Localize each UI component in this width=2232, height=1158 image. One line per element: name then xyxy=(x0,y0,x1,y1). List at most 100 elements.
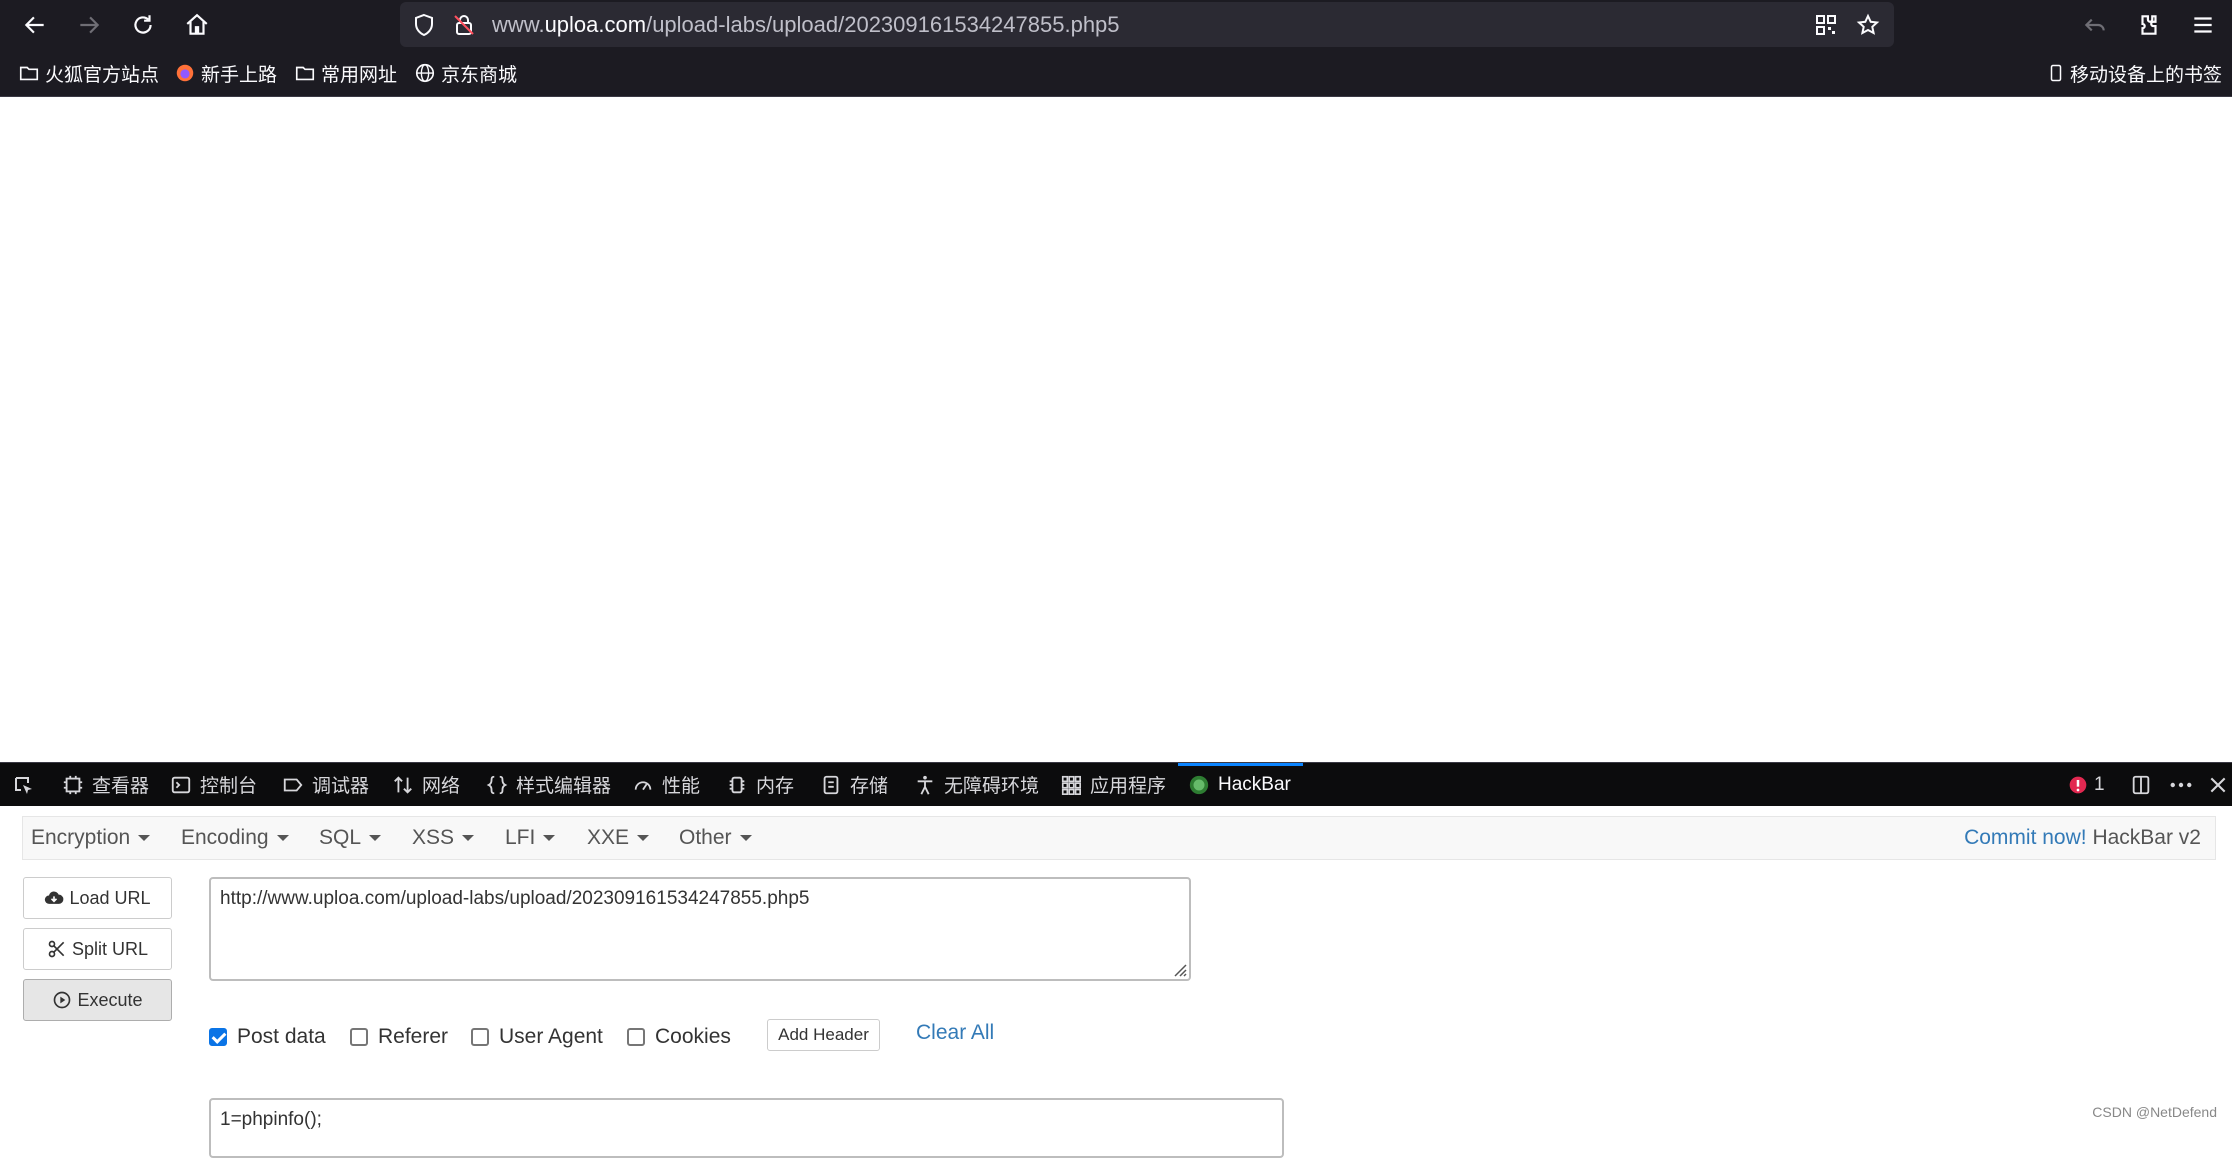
cookies-option[interactable]: Cookies xyxy=(627,1022,731,1052)
dock-side-icon[interactable] xyxy=(2130,774,2152,796)
extensions-button[interactable] xyxy=(2132,8,2166,42)
bookmarks-bar: 火狐官方站点 新手上路 常用网址 京东商城 移动设备上的书签 xyxy=(0,49,2232,97)
clear-all-link[interactable]: Clear All xyxy=(916,1021,994,1045)
browser-toolbar: www.uploa.com/upload-labs/upload/2023091… xyxy=(0,0,2232,49)
user-agent-checkbox[interactable] xyxy=(471,1028,489,1046)
close-icon[interactable] xyxy=(2208,775,2228,795)
tab-application[interactable]: 应用程序 xyxy=(1060,763,1166,806)
menu-button[interactable] xyxy=(2186,8,2220,42)
tab-network[interactable]: 网络 xyxy=(392,763,460,806)
folder-icon xyxy=(19,66,39,81)
url-text[interactable]: www.uploa.com/upload-labs/upload/2023091… xyxy=(492,12,1120,38)
hackbar-panel: Encryption Encoding SQL XSS LFI XXE Othe… xyxy=(0,806,2232,1158)
url-path: /upload-labs/upload/202309161534247855.p… xyxy=(646,12,1120,37)
menu-label: XSS xyxy=(412,826,455,849)
menu-xss[interactable]: XSS xyxy=(412,826,475,850)
error-counter[interactable]: 1 xyxy=(2068,763,2105,806)
caret-down-icon xyxy=(739,835,752,842)
tab-inspector[interactable]: 查看器 xyxy=(62,763,149,806)
bookmark-label: 京东商城 xyxy=(441,64,518,86)
application-icon xyxy=(1061,775,1081,795)
user-agent-option[interactable]: User Agent xyxy=(471,1022,603,1052)
tab-console[interactable]: 控制台 xyxy=(170,763,257,806)
insecure-lock-icon xyxy=(454,15,474,35)
post-data-textarea[interactable]: 1=phpinfo(); xyxy=(209,1098,1284,1158)
caret-down-icon xyxy=(543,835,556,842)
bookmark-item[interactable]: 火狐官方站点 xyxy=(18,60,159,86)
menu-label: Encoding xyxy=(181,826,269,849)
tab-debugger[interactable]: 调试器 xyxy=(282,763,369,806)
tab-hackbar[interactable]: HackBar xyxy=(1178,763,1303,806)
mobile-bookmarks-label: 移动设备上的书签 xyxy=(2069,64,2222,86)
play-circle-icon xyxy=(54,991,71,1009)
accessibility-icon xyxy=(917,775,933,795)
execute-button[interactable]: Execute xyxy=(23,979,172,1021)
hackbar-menu-bar: Encryption Encoding SQL XSS LFI XXE Othe… xyxy=(22,816,2216,860)
tab-storage[interactable]: 存储 xyxy=(820,763,888,806)
commit-now-link[interactable]: Commit now! xyxy=(1964,826,2087,849)
more-options-icon[interactable] xyxy=(2168,774,2194,796)
referer-option[interactable]: Referer xyxy=(350,1022,448,1052)
menu-label: SQL xyxy=(319,826,362,849)
home-button[interactable] xyxy=(180,8,214,42)
tab-label: 网络 xyxy=(422,776,461,797)
tab-label: 调试器 xyxy=(312,776,370,797)
cookies-checkbox[interactable] xyxy=(627,1028,645,1046)
tab-performance[interactable]: 性能 xyxy=(632,763,700,806)
undo-button[interactable] xyxy=(2078,8,2112,42)
url-bar[interactable]: www.uploa.com/upload-labs/upload/2023091… xyxy=(400,2,1894,47)
menu-sql[interactable]: SQL xyxy=(319,826,382,850)
tab-style-editor[interactable]: 样式编辑器 xyxy=(486,763,611,806)
hackbar-version: HackBar v2 xyxy=(2092,826,2201,849)
button-label: Execute xyxy=(77,989,143,1010)
arrow-right-icon xyxy=(80,16,100,34)
tab-label: 控制台 xyxy=(200,776,258,797)
puzzle-icon xyxy=(2141,15,2157,35)
tab-label: 查看器 xyxy=(92,776,150,797)
debugger-icon xyxy=(283,778,303,791)
load-url-button[interactable]: Load URL xyxy=(23,877,172,919)
arrow-left-icon xyxy=(24,16,44,34)
caret-down-icon xyxy=(637,835,650,842)
menu-xxe[interactable]: XXE xyxy=(587,826,650,850)
style-editor-icon xyxy=(486,775,508,794)
tab-accessibility[interactable]: 无障碍环境 xyxy=(914,763,1039,806)
bookmark-label: 常用网址 xyxy=(321,64,398,86)
post-data-checkbox[interactable] xyxy=(209,1028,227,1046)
option-label: Post data xyxy=(237,1025,326,1048)
mobile-bookmarks[interactable]: 移动设备上的书签 xyxy=(2047,60,2222,86)
menu-lfi[interactable]: LFI xyxy=(505,826,556,850)
bookmark-item[interactable]: 常用网址 xyxy=(294,60,397,86)
url-textarea[interactable]: http://www.uploa.com/upload-labs/upload/… xyxy=(209,877,1191,981)
button-label: Load URL xyxy=(69,887,151,908)
resize-handle-icon[interactable] xyxy=(1171,961,1187,977)
bookmark-item[interactable]: 新手上路 xyxy=(174,60,277,86)
split-url-button[interactable]: Split URL xyxy=(23,928,172,970)
hackbar-icon xyxy=(1189,775,1209,794)
qr-code-icon[interactable] xyxy=(1814,13,1838,37)
shield-icon xyxy=(415,13,433,37)
bookmark-item[interactable]: 京东商城 xyxy=(414,60,517,86)
reload-button[interactable] xyxy=(126,8,160,42)
reload-icon xyxy=(134,15,152,34)
back-button[interactable] xyxy=(18,8,52,42)
error-icon xyxy=(2069,776,2087,793)
element-picker-icon[interactable] xyxy=(12,774,36,798)
mobile-device-icon xyxy=(2050,64,2062,82)
home-icon xyxy=(186,13,208,35)
button-label: Split URL xyxy=(71,938,149,959)
add-header-button[interactable]: Add Header xyxy=(767,1019,880,1051)
tab-label: 性能 xyxy=(662,776,701,797)
folder-icon xyxy=(295,66,315,81)
menu-encryption[interactable]: Encryption xyxy=(31,826,151,850)
tab-label: 无障碍环境 xyxy=(944,776,1040,797)
forward-button[interactable] xyxy=(72,8,106,42)
tab-memory[interactable]: 内存 xyxy=(726,763,794,806)
star-icon[interactable] xyxy=(1856,13,1880,37)
menu-other[interactable]: Other xyxy=(679,826,752,850)
cloud-download-icon xyxy=(45,891,64,904)
menu-encoding[interactable]: Encoding xyxy=(181,826,289,850)
post-data-option[interactable]: Post data xyxy=(209,1022,326,1052)
referer-checkbox[interactable] xyxy=(350,1028,368,1046)
tab-label: 存储 xyxy=(850,776,889,797)
